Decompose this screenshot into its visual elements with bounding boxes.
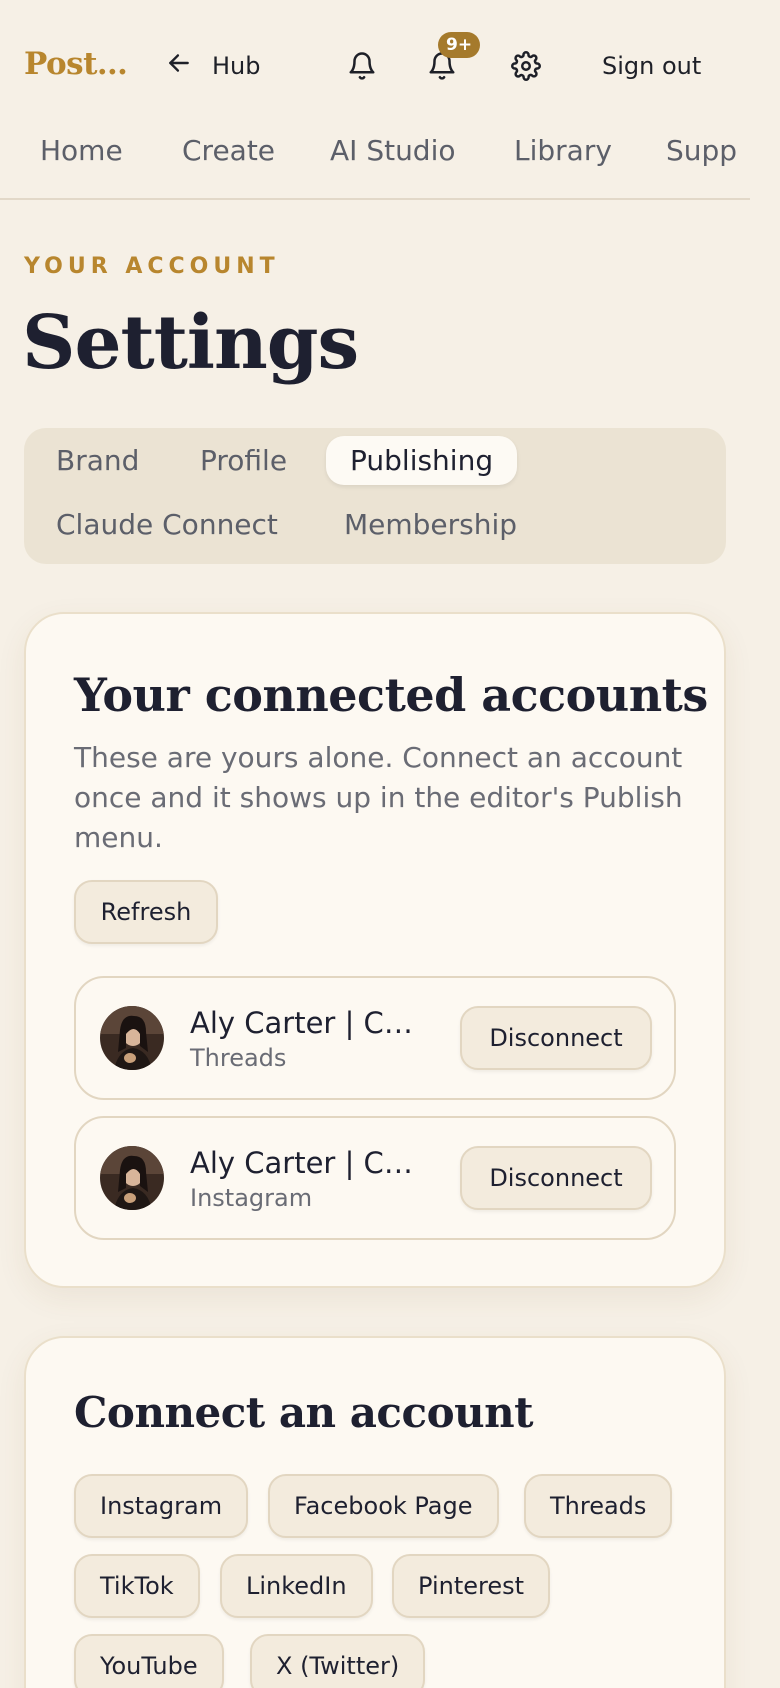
account-name: Aly Carter | Cus...: [190, 1006, 430, 1040]
top-bar: Post… Hub 9+ Sign out Home Create AI Stu…: [0, 0, 750, 200]
nav-item-create[interactable]: Create: [182, 134, 275, 167]
notification-count-badge: 9+: [438, 32, 481, 58]
account-platform: Instagram: [190, 1184, 313, 1212]
connected-accounts-card: Your connected accounts These are yours …: [24, 612, 726, 1288]
disconnect-button[interactable]: Disconnect: [460, 1146, 652, 1210]
connected-accounts-description: These are yours alone. Connect an accoun…: [74, 741, 683, 854]
nav-item-home[interactable]: Home: [40, 134, 123, 167]
connect-x-twitter-button[interactable]: X (Twitter): [250, 1634, 426, 1688]
account-name: Aly Carter | Cus...: [190, 1146, 430, 1180]
connect-linkedin-button[interactable]: LinkedIn: [220, 1554, 373, 1618]
connected-account-row: Aly Carter | Cus... Threads Disconnect: [74, 976, 676, 1100]
avatar: [100, 1146, 164, 1210]
settings-button[interactable]: [506, 48, 546, 88]
page-title: Settings: [22, 300, 359, 386]
connect-account-card: Connect an account Instagram Facebook Pa…: [24, 1336, 726, 1688]
refresh-button[interactable]: Refresh: [74, 880, 218, 944]
connected-account-row: Aly Carter | Cus... Instagram Disconnect: [74, 1116, 676, 1240]
tab-membership[interactable]: Membership: [320, 500, 541, 549]
page-eyebrow: YOUR ACCOUNT: [24, 254, 280, 279]
main-nav: Home Create AI Studio Library Supp: [0, 130, 736, 174]
notifications-button[interactable]: [342, 48, 382, 88]
connect-account-title: Connect an account: [74, 1388, 534, 1437]
arrow-left-icon: [166, 50, 192, 82]
nav-item-ai-studio[interactable]: AI Studio: [330, 134, 456, 167]
connect-threads-button[interactable]: Threads: [524, 1474, 673, 1538]
avatar: [100, 1006, 164, 1070]
connect-facebook-page-button[interactable]: Facebook Page: [268, 1474, 499, 1538]
tab-brand[interactable]: Brand: [32, 436, 163, 485]
gear-icon: [511, 51, 541, 85]
disconnect-button[interactable]: Disconnect: [460, 1006, 652, 1070]
nav-item-library[interactable]: Library: [514, 134, 612, 167]
connect-youtube-button[interactable]: YouTube: [74, 1634, 224, 1688]
back-link-label: Hub: [212, 52, 261, 80]
connected-accounts-title: Your connected accounts: [74, 668, 708, 722]
back-to-hub-link[interactable]: Hub: [166, 50, 261, 82]
nav-item-support[interactable]: Supp: [666, 134, 736, 167]
account-platform: Threads: [190, 1044, 287, 1072]
connect-instagram-button[interactable]: Instagram: [74, 1474, 249, 1538]
tab-profile[interactable]: Profile: [176, 436, 311, 485]
bell-icon: [347, 51, 377, 85]
brand-logo[interactable]: Post…: [24, 46, 128, 82]
connect-pinterest-button[interactable]: Pinterest: [392, 1554, 551, 1618]
tab-publishing[interactable]: Publishing: [326, 436, 518, 485]
connect-tiktok-button[interactable]: TikTok: [74, 1554, 200, 1618]
tab-claude-connect[interactable]: Claude Connect: [32, 500, 302, 549]
settings-tabs: Brand Profile Publishing Claude Connect …: [24, 428, 726, 564]
sign-out-button[interactable]: Sign out: [602, 52, 701, 80]
